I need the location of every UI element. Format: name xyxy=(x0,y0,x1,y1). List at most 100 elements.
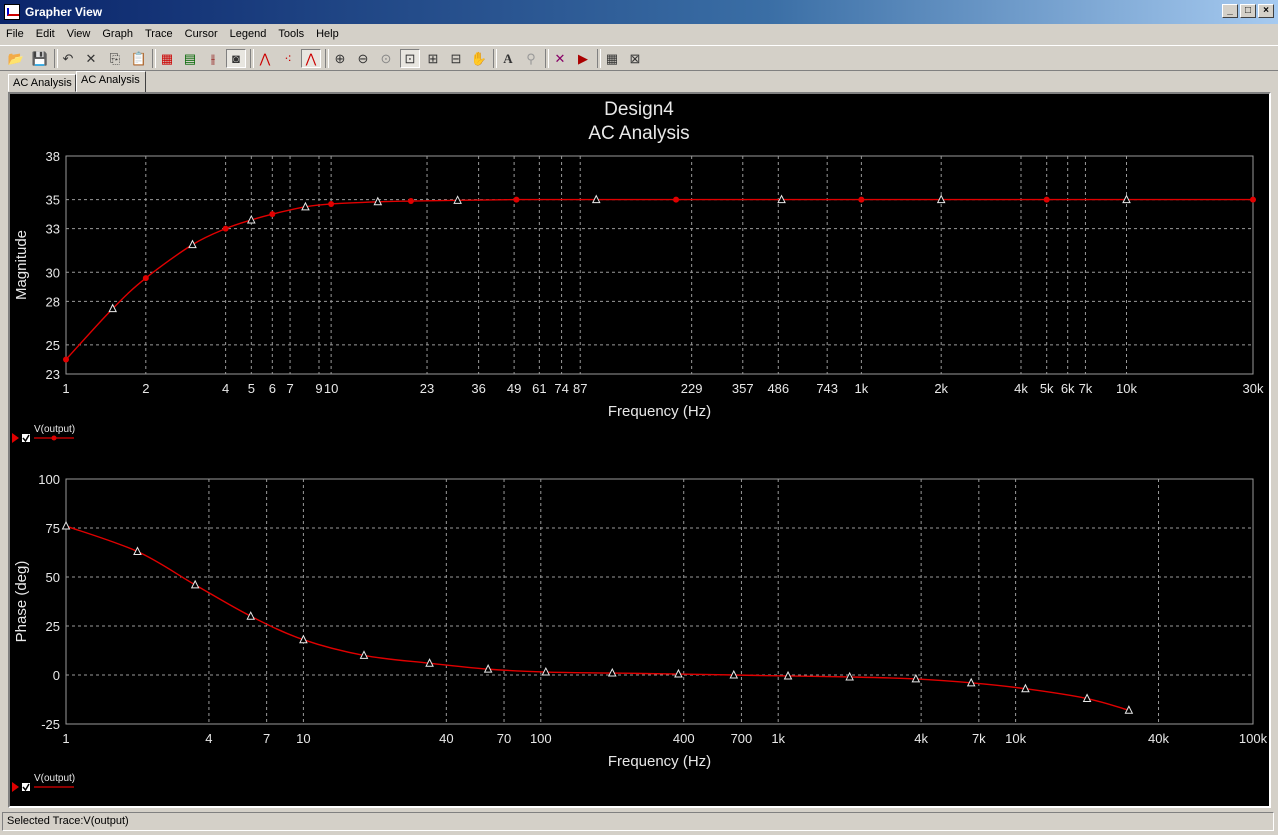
zoom-y-icon[interactable]: ⊟ xyxy=(446,49,466,68)
menu-trace[interactable]: Trace xyxy=(139,24,179,40)
legend-swatch-dot xyxy=(51,435,57,441)
legend-toggle-icon[interactable]: ▤ xyxy=(180,49,200,68)
x-tick-label: 87 xyxy=(573,381,587,396)
menu-file[interactable]: File xyxy=(0,24,30,40)
x-tick-label: 4 xyxy=(205,731,212,746)
plot-frame xyxy=(65,155,1254,375)
data-point-marker xyxy=(190,579,200,589)
x-tick-label: 486 xyxy=(767,381,789,396)
menu-help[interactable]: Help xyxy=(310,24,345,40)
undo-icon[interactable]: ↶ xyxy=(58,49,78,68)
overlay-traces-icon[interactable]: ✕ xyxy=(550,49,570,68)
x-tick-label: 40k xyxy=(1148,731,1169,746)
pan-hand-icon[interactable]: ✋ xyxy=(469,49,489,68)
x-tick-label: 100 xyxy=(530,731,552,746)
x-tick-label: 400 xyxy=(673,731,695,746)
menu-graph[interactable]: Graph xyxy=(96,24,139,40)
x-axis-label: Frequency (Hz) xyxy=(608,753,711,770)
grid-toggle-icon[interactable]: ▦ xyxy=(157,49,177,68)
trace-properties-icon[interactable]: ⚲ xyxy=(521,49,541,68)
save-icon[interactable]: 💾 xyxy=(30,49,50,68)
x-axis-label: Frequency (Hz) xyxy=(608,403,711,420)
menu-cursor[interactable]: Cursor xyxy=(179,24,224,40)
print-icon[interactable]: ▦ xyxy=(602,49,622,68)
x-tick-label: 743 xyxy=(816,381,838,396)
x-tick-label: 10k xyxy=(1116,381,1137,396)
y-tick-label: 0 xyxy=(53,668,60,683)
zoom-x-icon[interactable]: ⊞ xyxy=(423,49,443,68)
x-tick-label: 357 xyxy=(732,381,754,396)
data-point xyxy=(63,356,69,363)
cursors-toggle-icon[interactable]: ⫲ xyxy=(203,49,223,68)
print-preview-icon[interactable]: ⊠ xyxy=(625,49,645,68)
x-tick-label: 6 xyxy=(269,381,276,396)
title-bar: Grapher View _ □ × xyxy=(0,0,1278,24)
menu-tools[interactable]: Tools xyxy=(272,24,310,40)
menu-legend[interactable]: Legend xyxy=(224,24,273,40)
data-point xyxy=(407,198,414,205)
legend-label: V(output) xyxy=(34,424,75,435)
paste-icon[interactable]: 📋 xyxy=(129,49,149,68)
app-icon xyxy=(4,4,20,20)
x-tick-label: 700 xyxy=(731,731,753,746)
y-tick-label: 35 xyxy=(46,193,60,208)
graph-area: Design4 AC Analysis 23 25 28 30 33 35 38 1 2 4 5 6 7… xyxy=(8,92,1271,808)
x-tick-label: 1k xyxy=(855,381,869,396)
data-point-marker xyxy=(61,520,71,530)
x-tick-label: 7 xyxy=(263,731,270,746)
black-background-icon[interactable]: ◙ xyxy=(226,49,246,68)
line-trace-icon[interactable]: ⋀ xyxy=(255,49,275,68)
x-tick-label: 4 xyxy=(222,381,229,396)
x-tick-label: 6k xyxy=(1061,381,1075,396)
y-tick-label: 25 xyxy=(46,619,60,634)
points-trace-icon[interactable]: ⁖ xyxy=(278,49,298,68)
copy-icon[interactable]: ⎘ xyxy=(105,49,125,68)
graph-canvas[interactable]: Design4 AC Analysis 232528303335381 2 4 5 6 7… xyxy=(10,94,1269,806)
x-tick-label: 100k xyxy=(1239,731,1268,746)
x-tick-label: 7k xyxy=(1079,381,1093,396)
data-point xyxy=(1250,196,1256,203)
open-icon[interactable]: 📂 xyxy=(6,49,26,68)
plot-panel-1: 23 25 28 30 33 35 38 1 2 4 5 6 7 9 10 23 36 49 61 74 87 229 35… xyxy=(12,149,1264,443)
maximize-button[interactable]: □ xyxy=(1240,4,1256,18)
cut-icon[interactable]: ✕ xyxy=(81,49,101,68)
y-tick-label: 50 xyxy=(46,570,60,585)
x-tick-label: 4k xyxy=(1014,381,1028,396)
zoom-out-icon[interactable]: ⊖ xyxy=(353,49,373,68)
line-points-trace-icon[interactable]: ⋀ xyxy=(301,49,321,68)
zoom-area-icon[interactable]: ⊙ xyxy=(376,49,396,68)
export-icon[interactable]: ▶ xyxy=(573,49,593,68)
data-point xyxy=(269,211,276,218)
x-tick-label: 2 xyxy=(142,381,149,396)
data-point xyxy=(222,225,229,232)
y-tick-label: 33 xyxy=(46,222,60,237)
data-point xyxy=(858,196,865,203)
y-axis-label: Phase (deg) xyxy=(13,561,30,643)
zoom-select-icon[interactable]: ⊡ xyxy=(400,49,420,68)
data-point xyxy=(673,196,680,203)
x-tick-label: 40 xyxy=(439,731,453,746)
x-tick-label: 10 xyxy=(324,381,338,396)
x-tick-label: 9 xyxy=(315,381,322,396)
x-tick-label: 1k xyxy=(771,731,785,746)
selected-trace-marker-icon xyxy=(12,782,19,792)
x-tick-label: 23 xyxy=(420,381,434,396)
x-tick-label: 5k xyxy=(1040,381,1054,396)
text-label-icon[interactable]: A xyxy=(498,49,518,68)
zoom-in-icon[interactable]: ⊕ xyxy=(330,49,350,68)
menu-edit[interactable]: Edit xyxy=(30,24,61,40)
menu-view[interactable]: View xyxy=(61,24,97,40)
minimize-button[interactable]: _ xyxy=(1222,4,1238,18)
data-point xyxy=(328,200,335,207)
x-tick-label: 7 xyxy=(286,381,293,396)
x-tick-label: 49 xyxy=(507,381,521,396)
tab-ac-analysis-2[interactable]: AC Analysis xyxy=(76,71,146,93)
close-button[interactable]: × xyxy=(1258,4,1274,18)
selected-trace-marker-icon xyxy=(12,433,19,443)
legend: V(output) xyxy=(12,773,75,792)
graph-subtitle: AC Analysis xyxy=(588,123,689,144)
x-tick-label: 1 xyxy=(62,731,69,746)
tab-ac-analysis-1[interactable]: AC Analysis xyxy=(8,74,76,92)
series-line xyxy=(65,198,1253,360)
y-tick-label: 28 xyxy=(46,294,60,309)
